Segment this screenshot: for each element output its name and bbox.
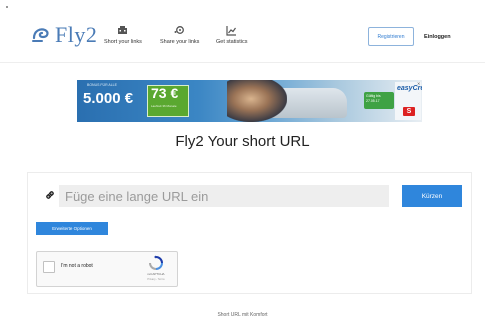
recaptcha-label: I'm not a robot <box>61 263 93 269</box>
logo-swirl-icon <box>32 28 49 42</box>
register-button[interactable]: Registrieren <box>368 27 414 46</box>
ad-rate-sub: Laufzeit 36 Monate <box>151 104 177 108</box>
nav-short-links[interactable]: Short your links <box>104 24 142 45</box>
ad-small-text: BONUS FÜR ALLE <box>87 83 117 87</box>
url-input[interactable] <box>59 185 389 207</box>
nav-label: Share your links <box>160 39 200 45</box>
ad-person-image <box>227 80 287 122</box>
nav-label: Get statistics <box>216 39 248 45</box>
bank-logo-icon: S <box>403 107 415 116</box>
nav-label: Short your links <box>104 39 142 45</box>
recaptcha-checkbox[interactable] <box>43 261 55 273</box>
advanced-options-button[interactable]: Erweiterte Optionen <box>36 222 108 235</box>
chart-icon <box>226 24 237 36</box>
site-header: Fly2 Short your links Share your links G… <box>0 0 485 63</box>
logo-text: Fly2 <box>55 22 98 47</box>
ad-close-icon[interactable]: ✕ <box>417 81 420 86</box>
site-logo[interactable]: Fly2 <box>30 22 97 48</box>
ad-banner[interactable]: BONUS FÜR ALLE 5.000 € 73 € Laufzeit 36 … <box>77 80 422 122</box>
recaptcha-brand: reCAPTCHA <box>147 272 165 276</box>
nav-statistics[interactable]: Get statistics <box>216 24 247 45</box>
footer-text: Short URL mit Komfort <box>217 312 268 318</box>
ad-amount: 5.000 € <box>83 90 134 107</box>
recaptcha-terms-link[interactable]: Privacy - Terms <box>145 278 167 281</box>
share-icon <box>174 24 185 36</box>
shorten-button[interactable]: Kürzen <box>402 185 462 207</box>
ad-brand-text: easyCredit <box>397 85 422 92</box>
recaptcha-logo-icon <box>149 255 163 270</box>
ad-badge-text: Gültig bis 27.05.17 <box>366 94 381 103</box>
nav-share-links[interactable]: Share your links <box>160 24 199 45</box>
ad-rate: 73 € <box>151 85 179 101</box>
page-title: Fly2 Your short URL <box>175 133 310 150</box>
login-link[interactable]: Einloggen <box>424 27 451 46</box>
building-icon <box>117 24 128 36</box>
link-icon <box>46 191 54 199</box>
